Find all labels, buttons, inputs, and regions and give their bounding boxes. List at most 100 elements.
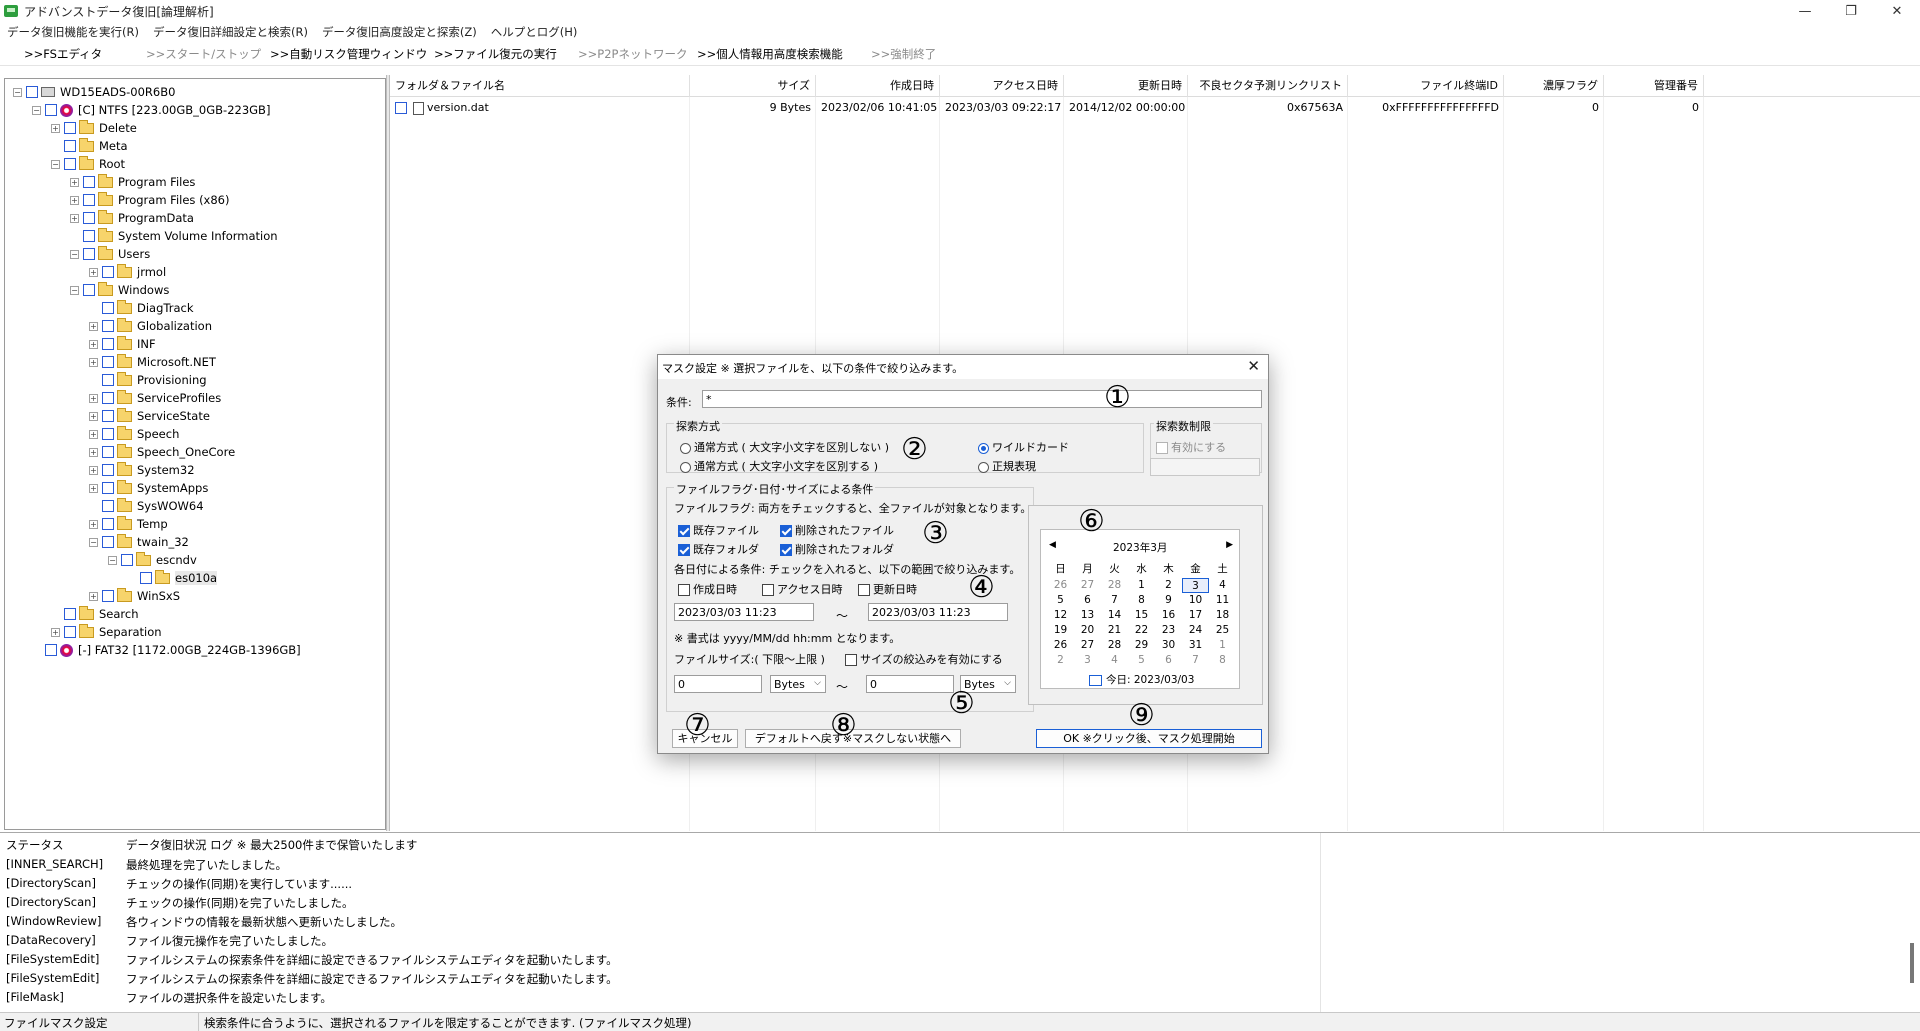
menu-run-recovery[interactable]: データ復旧機能を実行(R) xyxy=(0,24,146,40)
date-to-input[interactable]: 2023/03/03 11:23 xyxy=(868,603,1008,621)
tree-item[interactable]: + Speech xyxy=(89,425,179,443)
expand-icon[interactable]: + xyxy=(70,195,79,205)
tree-item[interactable]: + Microsoft.NET xyxy=(89,353,216,371)
log-row[interactable]: [FileSystemEdit] ファイルシステムの探索条件を詳細に設定できるファ… xyxy=(0,952,1300,970)
expand-icon[interactable]: + xyxy=(89,267,98,277)
menu-advanced-search[interactable]: データ復旧高度設定と探索(Z) xyxy=(315,24,484,40)
modified-date-checkbox[interactable]: 更新日時 xyxy=(858,581,917,597)
p2p-network-button[interactable]: >>P2Pネットワーク xyxy=(578,46,687,62)
expand-icon[interactable]: + xyxy=(89,429,98,439)
radio-normal-insensitive[interactable]: 通常方式 ( 大文字小文字を区別しない ) xyxy=(680,439,889,455)
calendar-day[interactable]: 14 xyxy=(1101,608,1128,623)
tree-item[interactable]: + ServiceState xyxy=(89,407,210,425)
tree-checkbox[interactable] xyxy=(102,518,114,530)
expand-icon[interactable]: + xyxy=(89,339,98,349)
log-row[interactable]: [FileSystemEdit] ファイルシステムの探索条件を詳細に設定できるファ… xyxy=(0,971,1300,989)
tree-item[interactable]: + Globalization xyxy=(89,317,212,335)
existing-file-checkbox[interactable]: 既存ファイル xyxy=(678,522,759,538)
calendar-day[interactable]: 11 xyxy=(1209,593,1236,608)
tree-item[interactable]: − [C] NTFS [223.00GB_0GB-223GB] xyxy=(32,101,270,119)
calendar-day[interactable]: 18 xyxy=(1209,608,1236,623)
column-header[interactable]: フォルダ＆ファイル名 xyxy=(390,75,690,97)
calendar-day[interactable]: 27 xyxy=(1074,578,1101,593)
collapse-icon[interactable]: − xyxy=(89,537,98,547)
calendar-day[interactable]: 2 xyxy=(1047,653,1074,668)
tree-item[interactable]: + Program Files (x86) xyxy=(70,191,229,209)
dialog-close-icon[interactable]: ✕ xyxy=(1247,357,1260,375)
calendar-next-icon[interactable]: ▶ xyxy=(1226,540,1233,550)
column-header[interactable]: 管理番号 xyxy=(1604,75,1704,97)
tree-item[interactable]: + Temp xyxy=(89,515,168,533)
tree-item[interactable]: [-] FAT32 [1172.00GB_224GB-1396GB] xyxy=(32,641,301,659)
calendar-day[interactable]: 26 xyxy=(1047,578,1074,593)
column-header[interactable]: サイズ xyxy=(690,75,816,97)
expand-icon[interactable]: + xyxy=(70,177,79,187)
calendar-day[interactable]: 16 xyxy=(1155,608,1182,623)
calendar-day[interactable]: 22 xyxy=(1128,623,1155,638)
date-from-input[interactable]: 2023/03/03 11:23 xyxy=(674,603,814,621)
minimize-button[interactable]: — xyxy=(1782,0,1828,22)
tree-item[interactable]: − twain_32 xyxy=(89,533,189,551)
column-header[interactable]: 濃厚フラグ xyxy=(1504,75,1604,97)
calendar-day[interactable]: 30 xyxy=(1155,638,1182,653)
expand-icon[interactable]: + xyxy=(51,627,60,637)
tree-item[interactable]: − Users xyxy=(70,245,150,263)
calendar-day[interactable]: 1 xyxy=(1209,638,1236,653)
tree-checkbox[interactable] xyxy=(102,464,114,476)
tree-checkbox[interactable] xyxy=(45,104,57,116)
collapse-icon[interactable]: − xyxy=(108,555,117,565)
radio-regex[interactable]: 正規表現 xyxy=(978,458,1036,474)
tree-checkbox[interactable] xyxy=(102,446,114,458)
tree-checkbox[interactable] xyxy=(83,248,95,260)
personal-info-search-button[interactable]: >>個人情報用高度検索機能 xyxy=(697,46,847,62)
expand-icon[interactable]: + xyxy=(89,483,98,493)
tree-checkbox[interactable] xyxy=(102,374,114,386)
expand-icon[interactable]: + xyxy=(89,465,98,475)
tree-item[interactable]: + ProgramData xyxy=(70,209,194,227)
tree-item[interactable]: DiagTrack xyxy=(89,299,194,317)
tree-item[interactable]: + ServiceProfiles xyxy=(89,389,221,407)
tree-checkbox[interactable] xyxy=(83,212,95,224)
calendar-day-today[interactable]: 3 xyxy=(1182,578,1209,593)
calendar-today[interactable]: 今日: 2023/03/03 xyxy=(1089,672,1194,687)
tree-item[interactable]: SysWOW64 xyxy=(89,497,204,515)
tree-checkbox[interactable] xyxy=(64,608,76,620)
column-header[interactable]: 作成日時 xyxy=(816,75,940,97)
file-checkbox[interactable] xyxy=(395,102,407,114)
log-row[interactable]: [INNER_SEARCH] 最終処理を完了いたしました。 xyxy=(0,857,1300,875)
tree-item[interactable]: System Volume Information xyxy=(70,227,278,245)
fs-editor-button[interactable]: >>FSエディタ xyxy=(24,46,122,62)
file-restore-button[interactable]: >>ファイル復元の実行 xyxy=(434,46,557,62)
expand-icon[interactable]: + xyxy=(70,213,79,223)
tree-checkbox[interactable] xyxy=(83,194,95,206)
log-row[interactable]: [FileMask] ファイルの選択条件を設定いたします。 xyxy=(0,990,1300,1008)
radio-wildcard[interactable]: ワイルドカード xyxy=(978,439,1069,455)
menu-detail-search[interactable]: データ復旧詳細設定と検索(R) xyxy=(146,24,315,40)
calendar-day[interactable]: 4 xyxy=(1101,653,1128,668)
condition-input[interactable]: * xyxy=(702,390,1262,408)
tree-checkbox[interactable] xyxy=(26,86,38,98)
calendar-day[interactable]: 27 xyxy=(1074,638,1101,653)
log-scrollbar[interactable] xyxy=(1910,943,1914,983)
column-header[interactable]: アクセス日時 xyxy=(940,75,1064,97)
tree-checkbox[interactable] xyxy=(102,428,114,440)
tree-checkbox[interactable] xyxy=(102,320,114,332)
tree-checkbox[interactable] xyxy=(102,410,114,422)
expand-icon[interactable]: + xyxy=(89,519,98,529)
column-header[interactable]: 不良セクタ予測リンクリスト xyxy=(1188,75,1348,97)
column-header[interactable]: ファイル終端ID xyxy=(1348,75,1504,97)
size-to-input[interactable]: 0 xyxy=(866,675,954,693)
tree-item[interactable]: − WD15EADS-00R6B0 xyxy=(13,83,175,101)
calendar-day[interactable]: 12 xyxy=(1047,608,1074,623)
calendar-day[interactable]: 23 xyxy=(1155,623,1182,638)
collapse-icon[interactable]: − xyxy=(70,285,79,295)
calendar-day[interactable]: 21 xyxy=(1101,623,1128,638)
tree-item[interactable]: + SystemApps xyxy=(89,479,208,497)
calendar-day[interactable]: 5 xyxy=(1128,653,1155,668)
tree-item[interactable]: + Program Files xyxy=(70,173,195,191)
calendar-day[interactable]: 10 xyxy=(1182,593,1209,608)
calendar-day[interactable]: 28 xyxy=(1101,578,1128,593)
tree-checkbox[interactable] xyxy=(102,266,114,278)
tree-item[interactable]: − escndv xyxy=(108,551,197,569)
tree-item[interactable]: + Speech_OneCore xyxy=(89,443,235,461)
